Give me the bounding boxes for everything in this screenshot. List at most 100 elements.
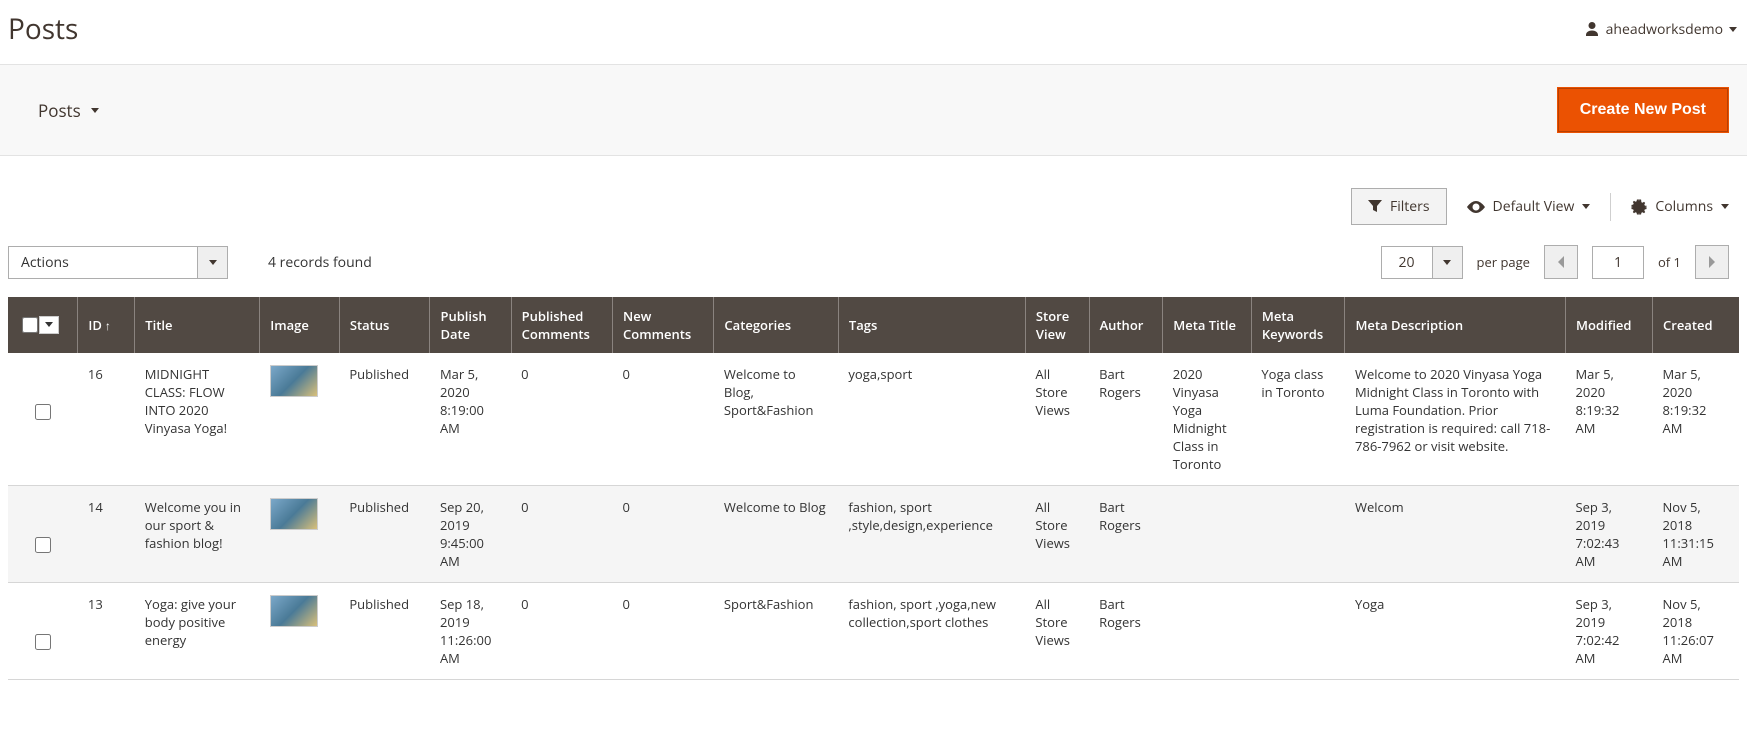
cell-categories: Welcome to Blog — [714, 486, 838, 583]
cell-published-comments: 0 — [511, 486, 612, 583]
chevron-down-icon — [45, 322, 53, 327]
cell-store-view: All Store Views — [1025, 486, 1089, 583]
columns-label: Columns — [1655, 197, 1713, 216]
per-page-label: per page — [1477, 253, 1530, 271]
chevron-down-icon — [1721, 204, 1729, 209]
col-modified[interactable]: Modified — [1565, 297, 1652, 353]
page-number-input[interactable]: 1 — [1592, 246, 1644, 279]
next-page-button[interactable] — [1695, 245, 1729, 279]
cell-status: Published — [339, 583, 430, 680]
cell-status: Published — [339, 486, 430, 583]
user-icon — [1584, 21, 1600, 37]
per-page-input[interactable]: 20 — [1381, 246, 1433, 279]
cell-title[interactable]: Welcome you in our sport & fashion blog! — [135, 486, 260, 583]
cell-created: Nov 5, 2018 11:26:07 AM — [1652, 583, 1739, 680]
cell-meta-description: Welcom — [1345, 486, 1566, 583]
cell-meta-description: Welcome to 2020 Vinyasa Yoga Midnight Cl… — [1345, 353, 1566, 486]
chevron-down-icon — [1443, 260, 1451, 265]
cell-meta-description: Yoga — [1345, 583, 1566, 680]
select-all-toggle[interactable] — [39, 316, 59, 334]
col-id[interactable]: ID↑ — [78, 297, 135, 353]
records-found: 4 records found — [268, 253, 372, 272]
table-row[interactable]: 13 Yoga: give your body positive energy … — [8, 583, 1739, 680]
cell-id: 16 — [78, 353, 135, 486]
col-published-comments[interactable]: Published Comments — [511, 297, 612, 353]
table-row[interactable]: 16 MIDNIGHT CLASS: FLOW INTO 2020 Vinyas… — [8, 353, 1739, 486]
col-tags[interactable]: Tags — [838, 297, 1025, 353]
cell-store-view: All Store Views — [1025, 583, 1089, 680]
default-view-dropdown[interactable]: Default View — [1467, 197, 1591, 216]
cell-modified: Mar 5, 2020 8:19:32 AM — [1565, 353, 1652, 486]
cell-meta-keywords — [1251, 486, 1345, 583]
chevron-down-icon — [209, 260, 217, 265]
col-store-view[interactable]: Store View — [1025, 297, 1089, 353]
posts-dropdown[interactable]: Posts — [18, 99, 99, 122]
cell-publish-date: Sep 20, 2019 9:45:00 AM — [430, 486, 511, 583]
cell-store-view: All Store Views — [1025, 353, 1089, 486]
col-image[interactable]: Image — [260, 297, 340, 353]
account-menu[interactable]: aheadworksdemo — [1584, 20, 1737, 39]
col-created[interactable]: Created — [1652, 297, 1739, 353]
table-header-row: ID↑ Title Image Status Publish Date Publ… — [8, 297, 1739, 353]
cell-publish-date: Mar 5, 2020 8:19:00 AM — [430, 353, 511, 486]
cell-meta-keywords: Yoga class in Toronto — [1251, 353, 1345, 486]
row-checkbox[interactable] — [35, 634, 51, 650]
actions-select-toggle[interactable] — [198, 246, 228, 279]
row-checkbox[interactable] — [35, 404, 51, 420]
col-meta-keywords[interactable]: Meta Keywords — [1251, 297, 1345, 353]
filters-button[interactable]: Filters — [1351, 188, 1447, 225]
cell-created: Nov 5, 2018 11:31:15 AM — [1652, 486, 1739, 583]
columns-dropdown[interactable]: Columns — [1631, 197, 1729, 216]
cell-meta-keywords — [1251, 583, 1345, 680]
col-checkbox[interactable] — [8, 297, 78, 353]
cell-tags: fashion, sport ,yoga,new collection,spor… — [838, 583, 1025, 680]
chevron-down-icon — [91, 108, 99, 113]
cell-tags: fashion, sport ,style,design,experience — [838, 486, 1025, 583]
chevron-left-icon — [1557, 256, 1565, 268]
cell-new-comments: 0 — [613, 583, 714, 680]
post-thumbnail — [270, 498, 318, 530]
cell-meta-title — [1163, 486, 1252, 583]
filters-label: Filters — [1390, 197, 1430, 216]
cell-created: Mar 5, 2020 8:19:32 AM — [1652, 353, 1739, 486]
row-checkbox-cell — [8, 486, 78, 583]
cell-title[interactable]: MIDNIGHT CLASS: FLOW INTO 2020 Vinyasa Y… — [135, 353, 260, 486]
posts-dropdown-label: Posts — [38, 99, 81, 122]
post-thumbnail — [270, 365, 318, 397]
cell-modified: Sep 3, 2019 7:02:43 AM — [1565, 486, 1652, 583]
col-new-comments[interactable]: New Comments — [613, 297, 714, 353]
col-author[interactable]: Author — [1089, 297, 1163, 353]
col-publish-date[interactable]: Publish Date — [430, 297, 511, 353]
sort-asc-icon: ↑ — [105, 317, 111, 334]
col-categories[interactable]: Categories — [714, 297, 838, 353]
post-thumbnail — [270, 595, 318, 627]
row-checkbox-cell — [8, 353, 78, 486]
table-row[interactable]: 14 Welcome you in our sport & fashion bl… — [8, 486, 1739, 583]
page-of-label: of 1 — [1658, 253, 1681, 271]
per-page-toggle[interactable] — [1433, 246, 1463, 279]
cell-categories: Sport&Fashion — [714, 583, 838, 680]
col-status[interactable]: Status — [339, 297, 430, 353]
col-title[interactable]: Title — [135, 297, 260, 353]
chevron-down-icon — [1729, 27, 1737, 32]
cell-title[interactable]: Yoga: give your body positive energy — [135, 583, 260, 680]
cell-image — [260, 486, 340, 583]
cell-modified: Sep 3, 2019 7:02:42 AM — [1565, 583, 1652, 680]
col-meta-description[interactable]: Meta Description — [1345, 297, 1566, 353]
cell-categories: Welcome to Blog, Sport&Fashion — [714, 353, 838, 486]
cell-id: 13 — [78, 583, 135, 680]
cell-published-comments: 0 — [511, 583, 612, 680]
cell-author: Bart Rogers — [1089, 486, 1163, 583]
posts-table: ID↑ Title Image Status Publish Date Publ… — [8, 297, 1739, 680]
cell-publish-date: Sep 18, 2019 11:26:00 AM — [430, 583, 511, 680]
cell-new-comments: 0 — [613, 486, 714, 583]
cell-new-comments: 0 — [613, 353, 714, 486]
divider — [1610, 193, 1611, 221]
create-new-post-button[interactable]: Create New Post — [1557, 87, 1729, 133]
col-meta-title[interactable]: Meta Title — [1163, 297, 1252, 353]
actions-select[interactable]: Actions — [8, 246, 198, 279]
cell-author: Bart Rogers — [1089, 353, 1163, 486]
select-all-checkbox[interactable] — [22, 317, 38, 333]
prev-page-button[interactable] — [1544, 245, 1578, 279]
row-checkbox[interactable] — [35, 537, 51, 553]
